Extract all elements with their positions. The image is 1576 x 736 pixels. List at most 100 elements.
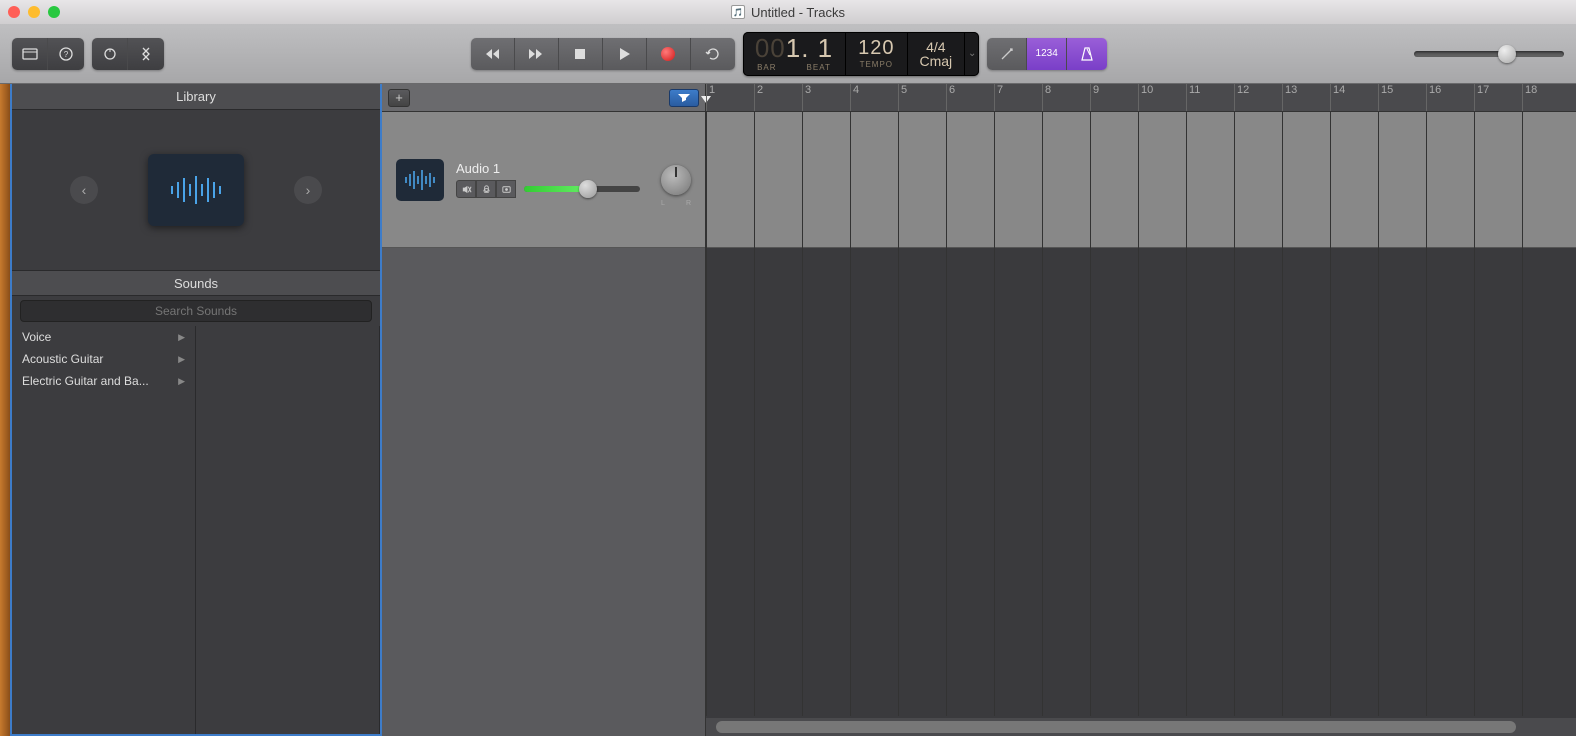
- wood-side-panel: [0, 84, 10, 736]
- library-panel: Library ‹ › Sounds Voice▶Acoustic Guitar…: [10, 84, 382, 736]
- sound-category-list: Voice▶Acoustic Guitar▶Electric Guitar an…: [12, 326, 196, 734]
- smart-controls-button[interactable]: [92, 38, 128, 70]
- grid-line: [1330, 112, 1331, 716]
- grid-line: [1378, 112, 1379, 716]
- ruler-tick: 9: [1090, 84, 1099, 111]
- ruler-tick: 6: [946, 84, 955, 111]
- ruler-tick: 17: [1474, 84, 1489, 111]
- track-filter-button[interactable]: [669, 89, 699, 107]
- close-window-button[interactable]: [8, 6, 20, 18]
- metronome-button[interactable]: [1067, 38, 1107, 70]
- library-patch-icon: [148, 154, 244, 226]
- search-sounds-input[interactable]: [20, 300, 372, 322]
- grid-line: [1426, 112, 1427, 716]
- grid-line: [898, 112, 899, 716]
- grid-line: [1282, 112, 1283, 716]
- category-item[interactable]: Acoustic Guitar▶: [12, 348, 195, 370]
- lcd-bar-label: BAR: [757, 63, 776, 72]
- sound-subcategory-list: [196, 326, 380, 734]
- count-in-button[interactable]: 1234: [1027, 38, 1067, 70]
- grid-line: [1522, 112, 1523, 716]
- pan-right-label: R: [686, 200, 691, 207]
- chevron-right-icon: ▶: [178, 354, 185, 365]
- category-item[interactable]: Voice▶: [12, 326, 195, 348]
- category-item[interactable]: Electric Guitar and Ba...▶: [12, 370, 195, 392]
- count-in-label: 1234: [1036, 48, 1058, 59]
- editors-button[interactable]: [128, 38, 164, 70]
- lcd-tempo-label: TEMPO: [860, 60, 893, 69]
- record-button[interactable]: [647, 38, 691, 70]
- horizontal-scrollbar-thumb[interactable]: [716, 721, 1516, 733]
- master-volume-knob[interactable]: [1498, 45, 1516, 63]
- ruler-tick: 14: [1330, 84, 1345, 111]
- rewind-button[interactable]: [471, 38, 515, 70]
- document-icon: 🎵: [731, 5, 745, 19]
- mute-button[interactable]: [456, 180, 476, 198]
- ruler-tick: 8: [1042, 84, 1051, 111]
- track-header-toolbar: +: [382, 84, 706, 112]
- lcd-display: 001. 1 BARBEAT 120 TEMPO 4/4 Cmaj ⌄: [743, 32, 979, 76]
- cycle-button[interactable]: [691, 38, 735, 70]
- horizontal-scrollbar[interactable]: [706, 718, 1576, 736]
- forward-button[interactable]: [515, 38, 559, 70]
- zoom-window-button[interactable]: [48, 6, 60, 18]
- traffic-lights: [8, 6, 60, 18]
- chevron-right-icon: ▶: [178, 332, 185, 343]
- play-button[interactable]: [603, 38, 647, 70]
- tuner-button[interactable]: [987, 38, 1027, 70]
- ruler-tick: 16: [1426, 84, 1441, 111]
- grid-line: [706, 112, 707, 716]
- timeline-ruler[interactable]: 123456789101112131415161718: [706, 84, 1576, 112]
- window-title-text: Untitled - Tracks: [751, 5, 845, 20]
- svg-text:?: ?: [64, 50, 69, 59]
- pan-left-label: L: [661, 200, 665, 207]
- lcd-key-signature[interactable]: 4/4 Cmaj: [908, 32, 966, 76]
- ruler-tick: 15: [1378, 84, 1393, 111]
- display-mode-group: 1234: [987, 38, 1107, 70]
- track-volume-slider[interactable]: [524, 186, 640, 192]
- track-name[interactable]: Audio 1: [456, 161, 640, 176]
- window-title: 🎵 Untitled - Tracks: [731, 5, 845, 20]
- arrange-area[interactable]: [706, 112, 1576, 736]
- grid-line: [850, 112, 851, 716]
- ruler-tick: 2: [754, 84, 763, 111]
- window-titlebar: 🎵 Untitled - Tracks: [0, 0, 1576, 24]
- grid-line: [802, 112, 803, 716]
- track-header[interactable]: Audio 1 LR: [382, 112, 705, 248]
- ruler-tick: 3: [802, 84, 811, 111]
- lcd-signature: 4/4: [926, 40, 945, 54]
- library-header: Library: [12, 84, 380, 110]
- ruler-tick: 5: [898, 84, 907, 111]
- ruler-tick: 11: [1186, 84, 1200, 111]
- track-lane[interactable]: [706, 112, 1576, 248]
- transport-controls: [471, 38, 735, 70]
- pan-knob[interactable]: LR: [661, 165, 691, 195]
- add-track-button[interactable]: +: [388, 89, 410, 107]
- quick-help-button[interactable]: ?: [48, 38, 84, 70]
- minimize-window-button[interactable]: [28, 6, 40, 18]
- lcd-mode-dropdown[interactable]: ⌄: [965, 32, 979, 76]
- master-volume-slider[interactable]: [1414, 51, 1564, 57]
- grid-line: [1138, 112, 1139, 716]
- library-prev-button[interactable]: ‹: [70, 176, 98, 204]
- record-icon: [661, 47, 675, 61]
- grid-line: [1186, 112, 1187, 716]
- track-type-icon: [396, 159, 444, 201]
- library-next-button[interactable]: ›: [294, 176, 322, 204]
- ruler-tick: 1: [706, 84, 715, 111]
- ruler-tick: 10: [1138, 84, 1153, 111]
- grid-line: [1474, 112, 1475, 716]
- lcd-tempo[interactable]: 120 TEMPO: [846, 32, 907, 76]
- ruler-tick: 12: [1234, 84, 1249, 111]
- input-monitor-button[interactable]: [496, 180, 516, 198]
- grid-line: [994, 112, 995, 716]
- library-preview: ‹ ›: [12, 110, 380, 270]
- library-toggle-button[interactable]: [12, 38, 48, 70]
- track-volume-knob[interactable]: [579, 180, 597, 198]
- lcd-tempo-value: 120: [858, 38, 894, 58]
- stop-button[interactable]: [559, 38, 603, 70]
- lcd-position[interactable]: 001. 1 BARBEAT: [743, 32, 846, 76]
- lcd-beat-label: BEAT: [807, 63, 831, 72]
- grid-line: [754, 112, 755, 716]
- solo-button[interactable]: [476, 180, 496, 198]
